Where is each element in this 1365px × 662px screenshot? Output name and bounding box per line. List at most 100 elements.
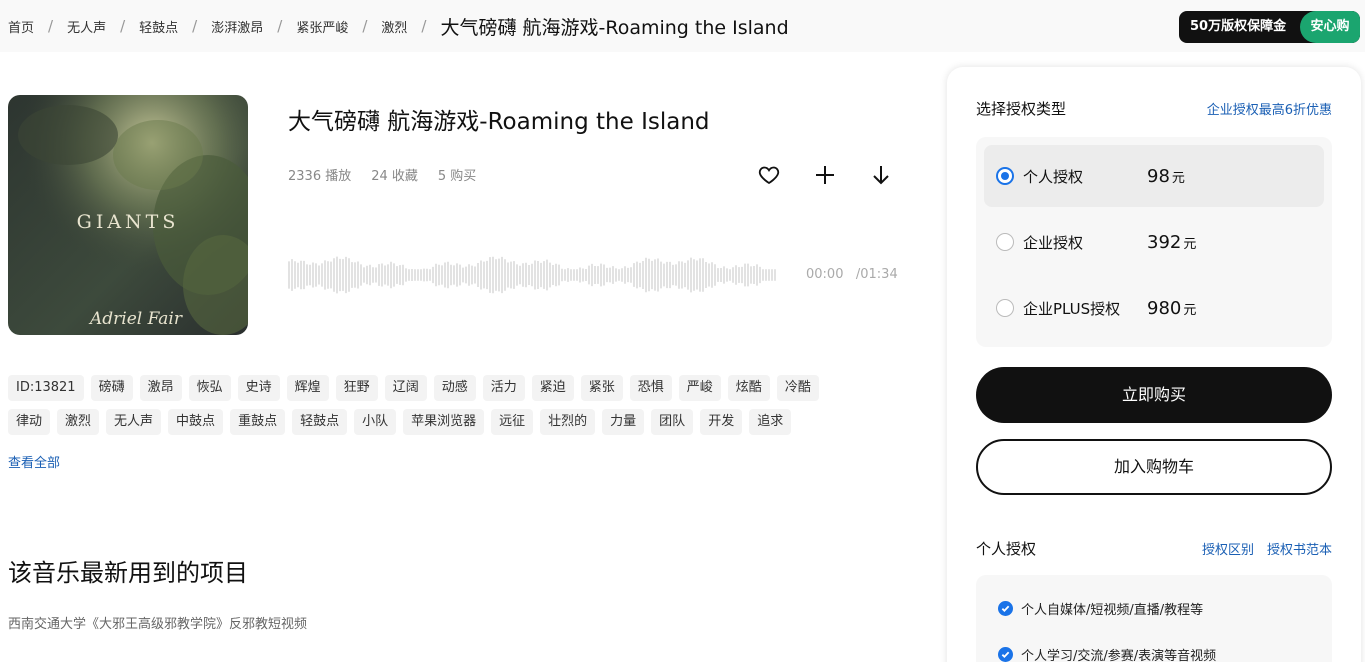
time-display: 00:00 /01:34 xyxy=(806,267,898,282)
buy-now-button[interactable]: 立即购买 xyxy=(976,367,1332,423)
tag-chip[interactable]: 磅礴 xyxy=(90,375,133,401)
license-option-price: 392 xyxy=(1147,231,1182,253)
license-links: 授权区别 授权书范本 xyxy=(1189,539,1332,558)
personal-license-heading: 个人授权 xyxy=(976,540,1037,558)
tag-chip[interactable]: 苹果浏览器 xyxy=(403,409,485,435)
radio-unselected-icon[interactable] xyxy=(996,299,1014,317)
current-time: 00:00 xyxy=(806,267,844,282)
breadcrumb-separator: / xyxy=(421,17,427,35)
add-to-cart-button[interactable]: 加入购物车 xyxy=(976,439,1332,495)
total-duration: /01:34 xyxy=(855,267,898,282)
breadcrumb-current: 大气磅礴 航海游戏-Roaming the Island xyxy=(440,16,789,39)
track-title: 大气磅礴 航海游戏-Roaming the Island xyxy=(288,109,710,135)
tag-chip[interactable]: 动感 xyxy=(433,375,476,401)
price-unit: 元 xyxy=(1183,236,1197,252)
benefit-text: 个人学习/交流/参赛/表演等音视频 xyxy=(1021,649,1217,662)
tag-chip[interactable]: 追求 xyxy=(749,409,792,435)
tag-chip[interactable]: 活力 xyxy=(482,375,525,401)
license-type-heading: 选择授权类型 xyxy=(976,100,1067,118)
radio-unselected-icon[interactable] xyxy=(996,233,1014,251)
license-difference-link[interactable]: 授权区别 xyxy=(1202,539,1254,558)
breadcrumb-separator: / xyxy=(277,17,283,35)
license-panel: 选择授权类型 企业授权最高6折优惠 个人授权 98 元 企业授权 392 元 企… xyxy=(947,67,1361,662)
tag-chip[interactable]: 力量 xyxy=(602,409,645,435)
breadcrumb-intense[interactable]: 激烈 xyxy=(381,17,407,36)
tag-chip[interactable]: 严峻 xyxy=(678,375,721,401)
tag-row: 律动 激烈 无人声 中鼓点 重鼓点 轻鼓点 小队 苹果浏览器 远征 壮烈的 力量 团队 开发 追求 xyxy=(8,409,888,435)
benefit-text: 个人自媒体/短视频/直播/教程等 xyxy=(1021,603,1204,618)
license-sample-link[interactable]: 授权书范本 xyxy=(1267,539,1332,558)
project-item[interactable]: 西南交通大学《大邪王高级邪教学院》反邪教短视频 xyxy=(8,613,307,632)
radio-selected-icon[interactable] xyxy=(996,167,1014,185)
tag-chip[interactable]: 辽阔 xyxy=(384,375,427,401)
play-count: 2336 播放 xyxy=(288,169,352,184)
tag-chip[interactable]: 狂野 xyxy=(335,375,378,401)
license-option-label: 企业授权 xyxy=(1023,233,1084,252)
audio-waveform[interactable] xyxy=(288,250,780,300)
license-option-personal[interactable]: 个人授权 98 元 xyxy=(984,145,1324,207)
tag-chip[interactable]: 辉煌 xyxy=(286,375,329,401)
cover-artist-signature: Adriel Fair xyxy=(88,309,183,329)
view-all-tags-link[interactable]: 查看全部 xyxy=(8,452,60,471)
check-icon xyxy=(998,601,1013,616)
breadcrumb-separator: / xyxy=(362,17,368,35)
check-icon xyxy=(998,647,1013,662)
breadcrumb-light-drums[interactable]: 轻鼓点 xyxy=(139,17,178,36)
tag-chip[interactable]: 紧张 xyxy=(580,375,623,401)
breadcrumb-separator: / xyxy=(192,17,198,35)
tag-chip[interactable]: 远征 xyxy=(491,409,534,435)
enterprise-discount-link[interactable]: 企业授权最高6折优惠 xyxy=(1207,99,1332,118)
breadcrumb-separator: / xyxy=(48,17,54,35)
guarantee-badge[interactable]: 50万版权保障金 安心购 xyxy=(1179,11,1360,43)
license-option-label: 个人授权 xyxy=(1023,167,1084,186)
tag-chip[interactable]: 冷酷 xyxy=(776,375,819,401)
tag-chip[interactable]: ID:13821 xyxy=(8,375,84,401)
tag-chip[interactable]: 恐惧 xyxy=(629,375,672,401)
license-option-price: 98 xyxy=(1147,165,1170,187)
breadcrumb-no-vocals[interactable]: 无人声 xyxy=(67,17,106,36)
tag-chip[interactable]: 恢弘 xyxy=(188,375,231,401)
album-cover: GIANTS Adriel Fair xyxy=(8,95,248,335)
tag-chip[interactable]: 小队 xyxy=(354,409,397,435)
favorite-count: 24 收藏 xyxy=(371,169,418,184)
tag-chip[interactable]: 壮烈的 xyxy=(540,409,596,435)
breadcrumb-separator: / xyxy=(120,17,126,35)
tag-chip[interactable]: 重鼓点 xyxy=(230,409,286,435)
download-arrow-icon[interactable] xyxy=(868,162,894,188)
purchase-count: 5 购买 xyxy=(437,169,477,184)
price-unit: 元 xyxy=(1183,302,1197,318)
tag-chip[interactable]: 紧迫 xyxy=(531,375,574,401)
track-stats: 2336 播放 24 收藏 5 购买 xyxy=(288,165,496,184)
tag-row: ID:13821 磅礴 激昂 恢弘 史诗 辉煌 狂野 辽阔 动感 活力 紧迫 紧张 恐惧 严峻 炫酷 冷酷 xyxy=(8,375,888,401)
track-actions xyxy=(756,162,924,188)
tag-chip[interactable]: 律动 xyxy=(8,409,51,435)
breadcrumb-surging[interactable]: 澎湃激昂 xyxy=(211,17,263,36)
cover-title: GIANTS xyxy=(77,211,180,233)
benefit-item: 个人自媒体/短视频/直播/教程等 xyxy=(998,599,1203,618)
license-option-enterprise-plus[interactable]: 企业PLUS授权 980 元 xyxy=(984,277,1324,339)
license-option-price: 980 xyxy=(1147,297,1182,319)
tag-chip[interactable]: 史诗 xyxy=(237,375,280,401)
projects-section-title: 该音乐最新用到的项目 xyxy=(8,559,248,587)
favorite-heart-icon[interactable] xyxy=(756,162,782,188)
safe-purchase-label: 安心购 xyxy=(1300,11,1360,43)
license-options: 个人授权 98 元 企业授权 392 元 企业PLUS授权 980 元 xyxy=(976,137,1332,347)
license-option-enterprise[interactable]: 企业授权 392 元 xyxy=(984,211,1324,273)
breadcrumb-home[interactable]: 首页 xyxy=(8,17,34,36)
breadcrumb-tense[interactable]: 紧张严峻 xyxy=(296,17,348,36)
tag-chip[interactable]: 开发 xyxy=(700,409,743,435)
tag-chip[interactable]: 无人声 xyxy=(106,409,162,435)
tag-chip[interactable]: 激昂 xyxy=(139,375,182,401)
guarantee-text: 50万版权保障金 xyxy=(1190,19,1287,34)
tag-chip[interactable]: 炫酷 xyxy=(727,375,770,401)
tag-chip[interactable]: 中鼓点 xyxy=(168,409,224,435)
benefit-item: 个人学习/交流/参赛/表演等音视频 xyxy=(998,645,1216,662)
tag-chip[interactable]: 团队 xyxy=(651,409,694,435)
tag-chip[interactable]: 激烈 xyxy=(57,409,100,435)
top-bar: 首页 / 无人声 / 轻鼓点 / 澎湃激昂 / 紧张严峻 / 激烈 / 大气磅礴… xyxy=(0,0,1365,52)
add-plus-icon[interactable] xyxy=(812,162,838,188)
license-option-label: 企业PLUS授权 xyxy=(1023,299,1121,318)
price-unit: 元 xyxy=(1171,170,1185,186)
tag-chip[interactable]: 轻鼓点 xyxy=(292,409,348,435)
tag-list: ID:13821 磅礴 激昂 恢弘 史诗 辉煌 狂野 辽阔 动感 活力 紧迫 紧张 恐惧 严峻 炫酷 冷酷 律… xyxy=(8,375,888,443)
